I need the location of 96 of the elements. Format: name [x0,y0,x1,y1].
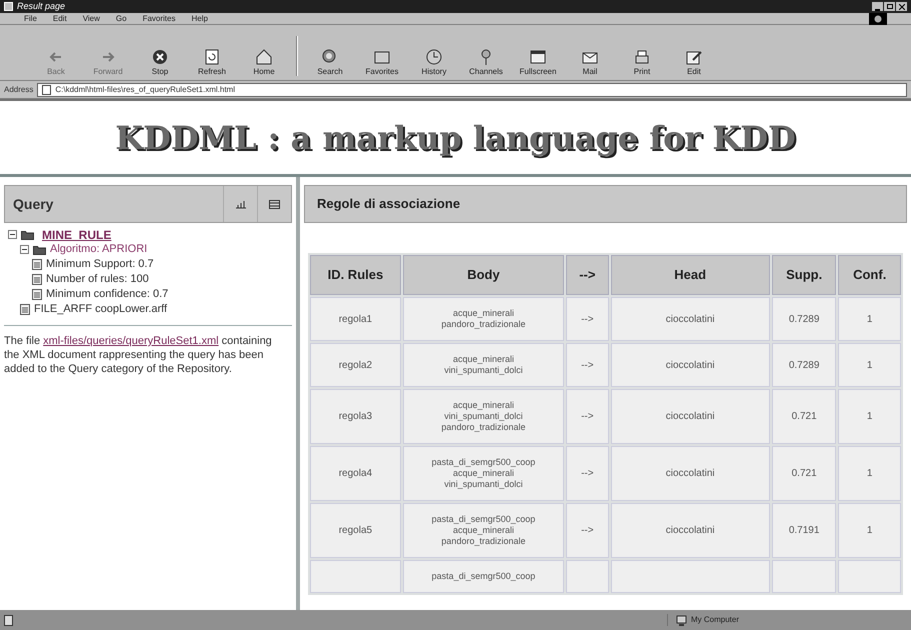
panel-title: Regole di associazione [317,195,460,214]
minimize-button[interactable] [872,2,883,11]
table-cell: regola2 [310,343,401,387]
table-cell: 1 [838,446,901,501]
table-cell: --> [566,343,609,387]
menu-item[interactable]: View [82,14,100,22]
chart-icon [234,200,246,208]
table-cell: pasta_di_semgr500_coop acque_minerali pandoro_tradizionale [402,503,564,558]
table-cell: pasta_di_semgr500_coop [402,560,564,593]
window-icon [529,48,547,66]
toolbar-button[interactable]: Edit [670,48,718,76]
document-icon [20,304,30,315]
close-button[interactable] [896,2,907,11]
column-header: Head [610,255,770,295]
table-cell: 0.7191 [772,503,836,558]
table-cell: acque_minerali vini_spumanti_dolci [402,343,564,387]
table-cell: acque_minerali vini_spumanti_dolci pandoro_tradizionale [402,389,564,444]
tree-link[interactable]: MINE_RULE [42,226,112,244]
table-icon [269,200,280,208]
table-cell: regola3 [310,389,401,444]
toolbar-button[interactable]: Stop [136,48,184,76]
tree-item[interactable]: Number of rules: 100 [46,271,149,288]
maximize-icon [886,4,892,9]
page-icon [203,48,221,66]
menu-item[interactable]: Help [191,14,208,22]
toolbar-button[interactable]: Mail [566,48,614,76]
stop-icon [151,48,169,66]
table-cell: 1 [838,297,901,341]
computer-icon [676,614,687,626]
table-cell: acque_minerali pandoro_tradizionale [402,297,564,341]
table-cell: regola4 [310,446,401,501]
table-cell: 1 [838,503,901,558]
column-header: Body [402,255,564,295]
tree-item[interactable]: Algoritmo: APRIORI [50,241,148,258]
tree-item[interactable]: Minimum Support: 0.7 [46,256,154,273]
table-cell: --> [566,297,609,341]
table-cell: 0.7289 [772,343,836,387]
toolbar-button[interactable]: History [410,48,458,76]
menu-item[interactable]: Go [116,14,127,22]
folder-icon [33,244,46,255]
banner-heading: KDDML : a markup language for KDD [115,118,796,158]
table-cell: cioccolatini [610,389,770,444]
page-icon [4,614,14,626]
window-title: Result page [17,2,66,11]
table-cell: cioccolatini [610,503,770,558]
table-cell: cioccolatini [610,297,770,341]
info-paragraph: The file xml-files/queries/queryRuleSet1.xml containing the XML document rappresenting the query has been added to the Query category of the Repository. [4,334,273,376]
table-cell: cioccolatini [610,446,770,501]
table-cell: pasta_di_semgr500_coop acque_minerali vini_spumanti_dolci [402,446,564,501]
table-cell: 1 [838,343,901,387]
expander-icon[interactable] [20,245,29,254]
toolbar-button[interactable]: Favorites [358,48,406,76]
maximize-button[interactable] [884,2,895,11]
table-cell: --> [566,503,609,558]
globe-icon [874,14,882,22]
menu-item[interactable]: Favorites [142,14,176,22]
document-icon [32,289,42,300]
toolbar-button[interactable]: Home [240,48,288,76]
document-icon [32,274,42,285]
table-cell: 1 [838,389,901,444]
minimize-icon [875,9,880,11]
address-label: Address [4,84,34,96]
column-header: --> [566,255,609,295]
toolbar-button[interactable]: Fullscreen [514,48,562,76]
table-cell: regola5 [310,503,401,558]
zone-label: My Computer [691,614,740,626]
tree-item[interactable]: Minimum confidence: 0.7 [46,286,168,303]
clock-icon [425,48,443,66]
panel-title: Query [12,194,54,214]
column-header: Supp. [772,255,836,295]
close-icon [898,4,904,10]
menu-item[interactable]: Edit [52,14,67,22]
house-icon [255,48,273,66]
tree-item[interactable]: FILE_ARFF coopLower.arff [34,301,168,318]
folder-icon [21,229,34,240]
table-cell: cioccolatini [610,343,770,387]
page-icon [42,84,52,94]
document-icon [32,259,42,270]
table-cell: 0.721 [772,446,836,501]
table-cell: 0.7289 [772,297,836,341]
toolbar-button[interactable]: Print [618,48,666,76]
column-header: Conf. [838,255,901,295]
address-field[interactable]: C:\kddml\html-files\res_of_queryRuleSet1.xml.html [37,82,907,96]
app-icon [4,2,13,11]
table-cell: 0.721 [772,389,836,444]
toolbar-button[interactable]: Search [306,48,354,76]
table-cell: --> [566,446,609,501]
menu-item[interactable]: File [24,14,37,22]
table-cell: --> [566,389,609,444]
file-link[interactable]: xml-files/queries/queryRuleSet1.xml [43,335,219,347]
table-cell: regola1 [310,297,401,341]
printer-icon [633,48,651,66]
column-header: ID. Rules [310,255,401,295]
toolbar-button[interactable]: Channels [462,48,510,76]
toolbar-button[interactable]: Refresh [188,48,236,76]
expander-icon[interactable] [8,230,17,239]
